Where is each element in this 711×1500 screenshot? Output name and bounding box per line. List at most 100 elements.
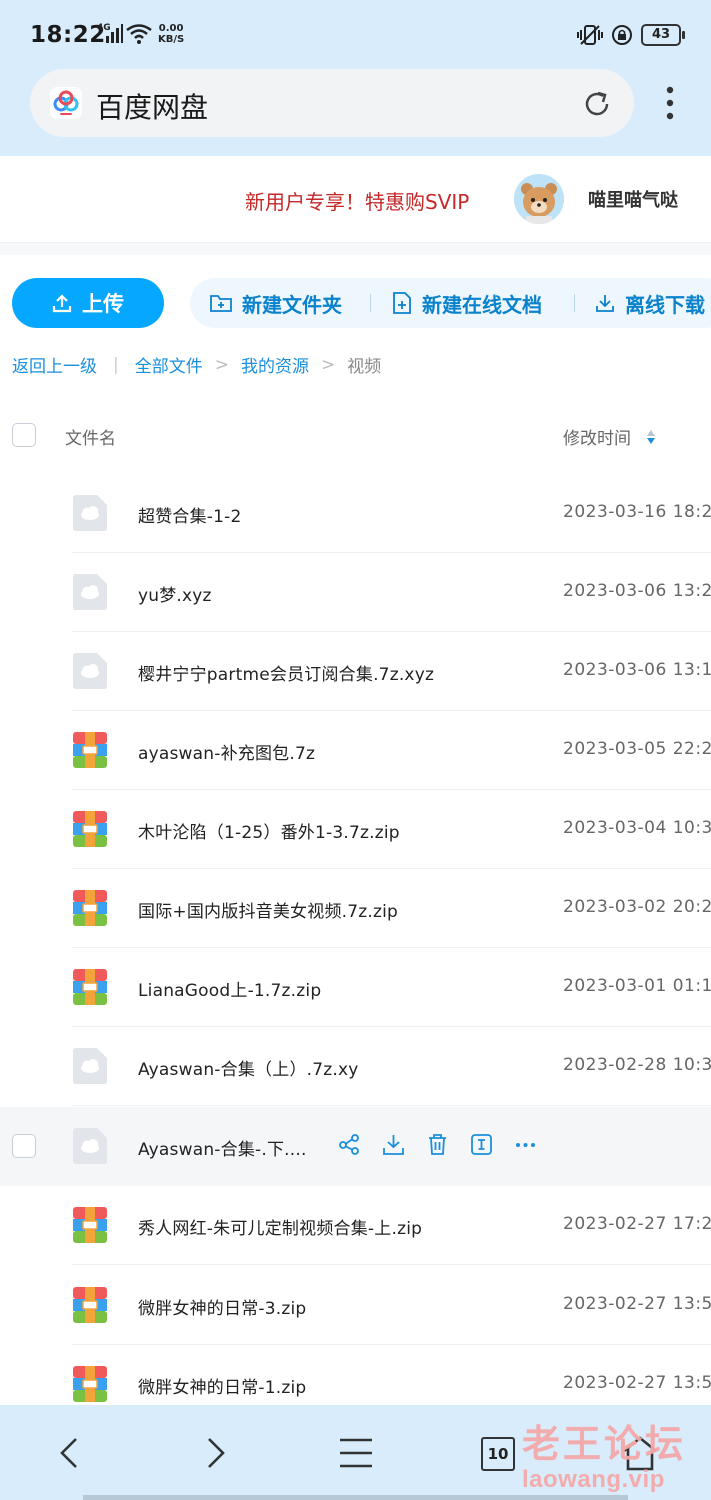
file-name[interactable]: Ayaswan-合集-.下.... bbox=[138, 1135, 307, 1160]
breadcrumb-back[interactable]: 返回上一级 bbox=[12, 352, 97, 377]
divider bbox=[0, 243, 711, 255]
net-speed-value: 0.00 bbox=[158, 23, 184, 34]
row-divider bbox=[72, 1264, 711, 1265]
browser-nav-bar: 10 老王论坛 laowang.vip bbox=[0, 1405, 711, 1500]
svip-promo-link[interactable]: 新用户专享！特惠购SVIP bbox=[245, 186, 469, 215]
row-checkbox[interactable] bbox=[12, 1134, 36, 1158]
table-row[interactable]: yu梦.xyz 2023-03-06 13:2 bbox=[0, 553, 711, 632]
new-online-doc-button[interactable]: 新建在线文档 bbox=[392, 278, 542, 328]
file-name[interactable]: Ayaswan-合集（上）.7z.xy bbox=[138, 1055, 359, 1080]
status-right-icons: 43 bbox=[577, 24, 685, 46]
file-modified-time: 2023-03-02 20:2 bbox=[563, 897, 711, 917]
watermark: 老王论坛 laowang.vip bbox=[522, 1413, 686, 1494]
wifi-icon bbox=[126, 24, 152, 44]
tabs-count-button[interactable]: 10 bbox=[481, 1437, 515, 1471]
rename-icon[interactable] bbox=[470, 1133, 493, 1156]
table-row-hovered[interactable]: Ayaswan-合集-.下.... bbox=[0, 1107, 711, 1186]
offline-download-button[interactable]: 离线下载 bbox=[595, 278, 705, 328]
baidu-netdisk-logo-icon bbox=[50, 87, 82, 119]
file-name[interactable]: 微胖女神的日常-1.zip bbox=[138, 1373, 306, 1398]
net-speed-unit: KB/S bbox=[158, 34, 185, 45]
cloud-file-icon bbox=[73, 574, 107, 610]
table-row[interactable]: ayaswan-补充图包.7z 2023-03-05 22:2 bbox=[0, 711, 711, 790]
breadcrumb-separator: > bbox=[320, 354, 336, 375]
file-modified-time: 2023-03-05 22:2 bbox=[563, 739, 711, 759]
new-doc-icon bbox=[393, 292, 411, 314]
file-name[interactable]: 国际+国内版抖音美女视频.7z.zip bbox=[138, 897, 398, 922]
column-modified-time[interactable]: 修改时间 bbox=[563, 424, 657, 449]
sort-icon bbox=[647, 429, 655, 444]
download-icon[interactable] bbox=[382, 1133, 405, 1156]
status-bar: 18:22 4G 0.00 KB/S 43 bbox=[0, 0, 711, 66]
file-name[interactable]: 木叶沦陷（1-25）番外1-3.7z.zip bbox=[138, 818, 400, 843]
column-filename: 文件名 bbox=[65, 429, 116, 449]
file-modified-time: 2023-03-06 13:2 bbox=[563, 581, 711, 601]
battery-indicator: 43 bbox=[641, 24, 685, 46]
delete-icon[interactable] bbox=[426, 1133, 449, 1156]
share-icon[interactable] bbox=[338, 1133, 361, 1156]
file-modified-time: 2023-02-27 13:5 bbox=[563, 1373, 711, 1393]
table-row[interactable]: 秀人网红-朱可儿定制视频合集-上.zip 2023-02-27 17:2 bbox=[0, 1186, 711, 1265]
breadcrumb-my-resources[interactable]: 我的资源 bbox=[241, 352, 309, 377]
table-row[interactable]: LianaGood上-1.7z.zip 2023-03-01 01:1 bbox=[0, 948, 711, 1027]
breadcrumb-all-files[interactable]: 全部文件 bbox=[135, 352, 203, 377]
table-row[interactable]: 国际+国内版抖音美女视频.7z.zip 2023-03-02 20:2 bbox=[0, 869, 711, 948]
table-row[interactable]: 木叶沦陷（1-25）番外1-3.7z.zip 2023-03-04 10:3 bbox=[0, 790, 711, 869]
table-row[interactable]: 微胖女神的日常-3.zip 2023-02-27 13:5 bbox=[0, 1266, 711, 1345]
more-menu-icon[interactable] bbox=[660, 84, 680, 124]
separator bbox=[370, 294, 371, 312]
reload-icon[interactable] bbox=[582, 89, 612, 119]
offline-download-label: 离线下载 bbox=[625, 292, 705, 317]
forward-arrow-icon[interactable] bbox=[195, 1433, 235, 1473]
breadcrumb-separator: > bbox=[214, 354, 229, 375]
lock-rotation-icon bbox=[612, 25, 632, 45]
breadcrumb-current: 视频 bbox=[347, 357, 382, 377]
new-folder-button[interactable]: 新建文件夹 bbox=[210, 278, 342, 328]
row-divider bbox=[72, 1105, 711, 1106]
more-icon[interactable] bbox=[514, 1133, 537, 1156]
upload-button[interactable]: 上传 bbox=[12, 278, 164, 328]
file-modified-time: 2023-02-28 10:3 bbox=[563, 1055, 711, 1075]
table-row[interactable]: 樱井宁宁partme会员订阅合集.7z.xyz 2023-03-06 13:1 bbox=[0, 632, 711, 711]
cloud-file-icon bbox=[73, 1128, 107, 1164]
cloud-file-icon bbox=[73, 495, 107, 531]
file-modified-time: 2023-03-06 13:1 bbox=[563, 660, 711, 680]
archive-icon bbox=[73, 1207, 107, 1243]
breadcrumb: 返回上一级 | 全部文件 > 我的资源 > 视频 bbox=[12, 352, 382, 378]
gesture-indicator bbox=[83, 1495, 628, 1500]
cloud-file-icon bbox=[73, 653, 107, 689]
file-modified-time: 2023-02-27 13:5 bbox=[563, 1294, 711, 1314]
archive-icon bbox=[73, 969, 107, 1005]
watermark-en: laowang.vip bbox=[522, 1466, 665, 1493]
browser-bar: 百度网盘 bbox=[0, 66, 711, 156]
signal-icon bbox=[106, 24, 123, 43]
archive-icon bbox=[73, 1366, 107, 1402]
table-row[interactable]: Ayaswan-合集（上）.7z.xy 2023-02-28 10:3 bbox=[0, 1027, 711, 1106]
back-arrow-icon[interactable] bbox=[50, 1433, 90, 1473]
bear-avatar-icon bbox=[514, 174, 564, 224]
vibrate-icon bbox=[577, 25, 603, 45]
promo-header: 新用户专享！特惠购SVIP 喵里喵气哒 bbox=[0, 156, 711, 243]
avatar[interactable] bbox=[514, 174, 564, 224]
username[interactable]: 喵里喵气哒 bbox=[588, 186, 678, 212]
net-speed: 0.00 KB/S bbox=[158, 23, 184, 45]
file-modified-time: 2023-03-04 10:3 bbox=[563, 818, 711, 838]
file-name[interactable]: LianaGood上-1.7z.zip bbox=[138, 976, 321, 1001]
menu-icon[interactable] bbox=[336, 1433, 376, 1473]
archive-icon bbox=[73, 732, 107, 768]
archive-icon bbox=[73, 811, 107, 847]
page-title: 百度网盘 bbox=[96, 91, 209, 124]
new-doc-label: 新建在线文档 bbox=[422, 292, 542, 317]
separator bbox=[574, 294, 575, 312]
action-toolbar: 新建文件夹 新建在线文档 离线下载 bbox=[190, 278, 711, 328]
select-all-checkbox[interactable] bbox=[12, 423, 36, 447]
file-name[interactable]: yu梦.xyz bbox=[138, 581, 212, 606]
table-row[interactable]: 超赞合集-1-2 2023-03-16 18:2 bbox=[0, 474, 711, 553]
watermark-cn: 老王论坛 bbox=[522, 1422, 687, 1466]
file-name[interactable]: 樱井宁宁partme会员订阅合集.7z.xyz bbox=[138, 660, 434, 685]
file-name[interactable]: 秀人网红-朱可儿定制视频合集-上.zip bbox=[138, 1214, 422, 1239]
file-name[interactable]: ayaswan-补充图包.7z bbox=[138, 739, 315, 764]
file-name[interactable]: 超赞合集-1-2 bbox=[138, 502, 242, 527]
file-name[interactable]: 微胖女神的日常-3.zip bbox=[138, 1294, 306, 1319]
address-bar[interactable]: 百度网盘 bbox=[30, 69, 634, 137]
